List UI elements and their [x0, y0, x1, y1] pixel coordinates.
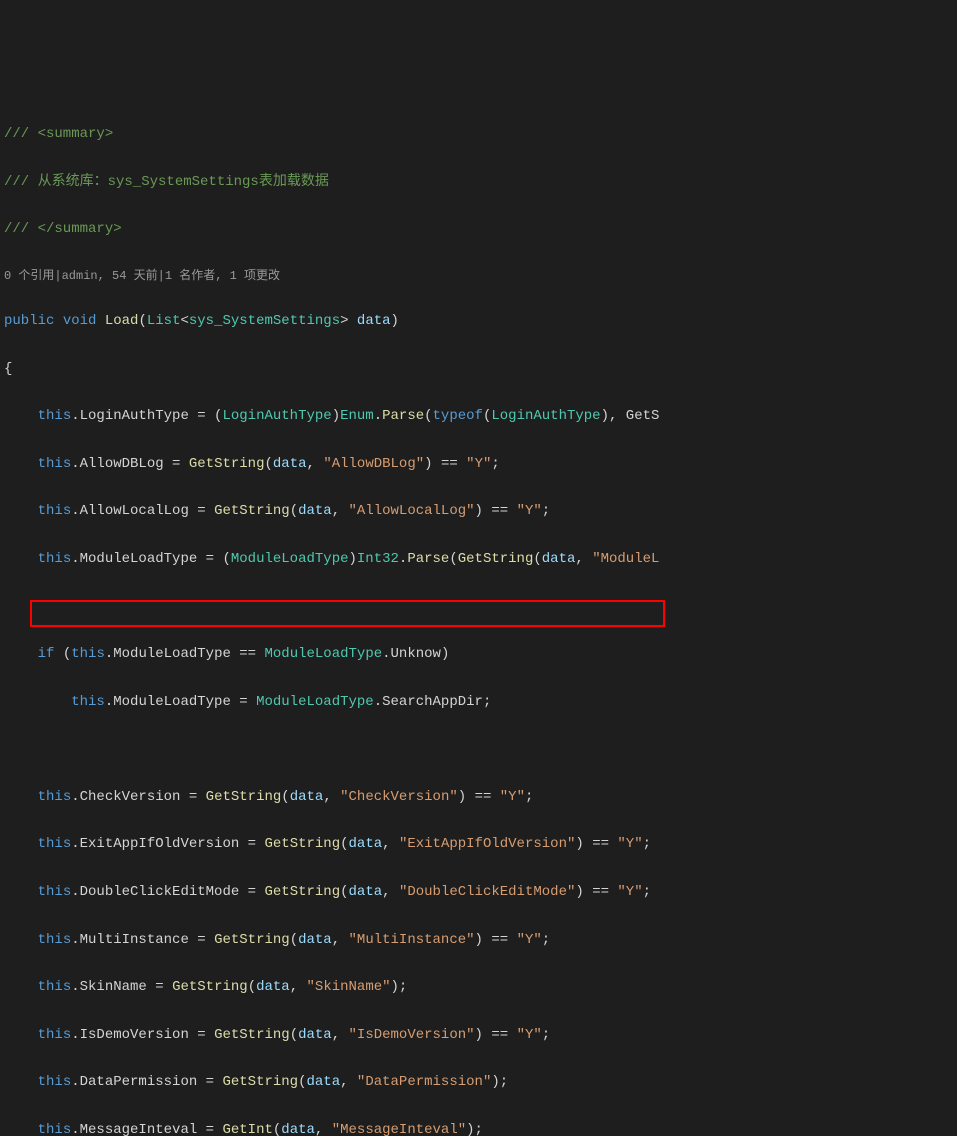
highlighted-code-line: this.MessageInteval = GetInt(data, "Mess…: [4, 1119, 957, 1136]
code-line: this.IsDemoVersion = GetString(data, "Is…: [4, 1024, 957, 1048]
code-line: if (this.ModuleLoadType == ModuleLoadTyp…: [4, 643, 957, 667]
code-line: this.AllowDBLog = GetString(data, "Allow…: [4, 453, 957, 477]
code-line: this.DataPermission = GetString(data, "D…: [4, 1071, 957, 1095]
code-line: this.CheckVersion = GetString(data, "Che…: [4, 786, 957, 810]
blank-line: [4, 596, 957, 620]
code-line: this.ModuleLoadType = ModuleLoadType.Sea…: [4, 691, 957, 715]
code-editor[interactable]: /// <summary> /// 从系统库：sys_SystemSetting…: [0, 95, 957, 1136]
comment-line: /// </summary>: [4, 218, 957, 242]
blank-line: [4, 738, 957, 762]
codelens-line[interactable]: 0 个引用|admin, 54 天前|1 名作者, 1 项更改: [4, 266, 957, 286]
code-line: this.ExitAppIfOldVersion = GetString(dat…: [4, 833, 957, 857]
comment-line: /// <summary>: [4, 123, 957, 147]
comment-line: /// 从系统库：sys_SystemSettings表加载数据: [4, 171, 957, 195]
code-line: this.AllowLocalLog = GetString(data, "Al…: [4, 500, 957, 524]
method-signature: public void Load(List<sys_SystemSettings…: [4, 310, 957, 334]
code-line: this.DoubleClickEditMode = GetString(dat…: [4, 881, 957, 905]
code-line: this.LoginAuthType = (LoginAuthType)Enum…: [4, 405, 957, 429]
code-line: this.SkinName = GetString(data, "SkinNam…: [4, 976, 957, 1000]
code-line: this.MultiInstance = GetString(data, "Mu…: [4, 929, 957, 953]
brace-open: {: [4, 358, 957, 382]
code-line: this.ModuleLoadType = (ModuleLoadType)In…: [4, 548, 957, 572]
